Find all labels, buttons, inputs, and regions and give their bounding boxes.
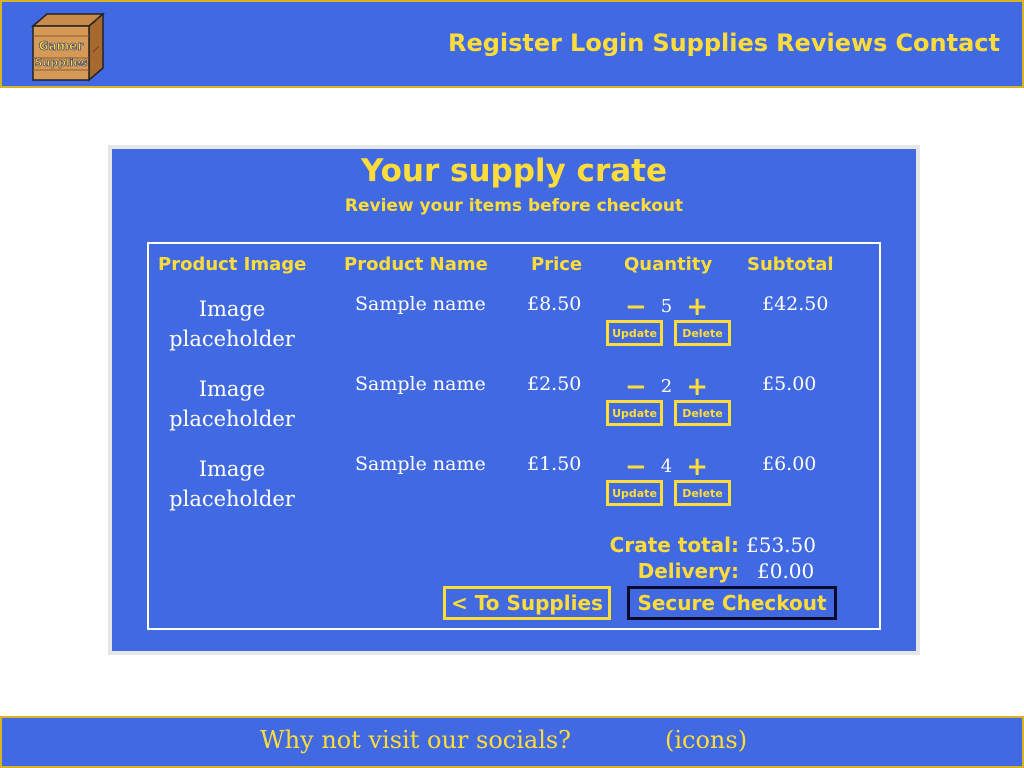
product-subtotal: £6.00 xyxy=(762,453,817,475)
crate-total-label: Crate total: xyxy=(609,533,739,557)
header-product-name: Product Name xyxy=(344,254,488,275)
crate-total-value: £53.50 xyxy=(746,533,816,557)
nav-register-link[interactable]: Register xyxy=(448,29,562,57)
image-placeholder-line2: placeholder xyxy=(169,487,295,511)
image-placeholder-line1: Image xyxy=(198,457,266,481)
svg-text:Supplies: Supplies xyxy=(34,56,88,69)
product-name: Sample name xyxy=(355,293,486,315)
product-price: £2.50 xyxy=(527,373,582,395)
product-image-placeholder: Image placeholder xyxy=(152,294,312,354)
delivery-value: £0.00 xyxy=(757,559,815,583)
quantity-stepper: − 2 + xyxy=(625,374,708,400)
nav-reviews-link[interactable]: Reviews xyxy=(776,29,887,57)
decrement-button[interactable]: − xyxy=(625,294,647,320)
page-subtitle: Review your items before checkout xyxy=(344,196,684,216)
cart-table: Product Image Product Name Price Quantit… xyxy=(147,242,881,630)
quantity-value: 4 xyxy=(660,456,673,477)
quantity-stepper: − 5 + xyxy=(625,294,708,320)
product-subtotal: £42.50 xyxy=(762,293,829,315)
page-title: Your supply crate xyxy=(360,153,667,189)
product-image-placeholder: Image placeholder xyxy=(152,374,312,434)
supply-crate-card: Your supply crate Review your items befo… xyxy=(108,145,920,655)
product-subtotal: £5.00 xyxy=(762,373,817,395)
social-icons-placeholder[interactable]: (icons) xyxy=(665,726,747,754)
header-price: Price xyxy=(531,254,583,275)
quantity-value: 5 xyxy=(660,296,673,317)
product-price: £1.50 xyxy=(527,453,582,475)
update-button[interactable]: Update xyxy=(606,400,663,426)
update-button[interactable]: Update xyxy=(606,480,663,506)
update-button[interactable]: Update xyxy=(606,320,663,346)
secure-checkout-button[interactable]: Secure Checkout xyxy=(627,586,837,620)
product-name: Sample name xyxy=(355,453,486,475)
crate-logo[interactable]: Gamer Supplies xyxy=(29,12,106,82)
header-product-image: Product Image xyxy=(158,254,307,275)
increment-button[interactable]: + xyxy=(686,454,708,480)
site-footer: Why not visit our socials? (icons) xyxy=(0,716,1024,768)
image-placeholder-line1: Image xyxy=(198,297,266,321)
delete-button[interactable]: Delete xyxy=(674,320,731,346)
decrement-button[interactable]: − xyxy=(625,454,647,480)
quantity-value: 2 xyxy=(660,376,673,397)
increment-button[interactable]: + xyxy=(686,294,708,320)
image-placeholder-line2: placeholder xyxy=(169,407,295,431)
nav-login-link[interactable]: Login xyxy=(570,29,644,57)
header-subtotal: Subtotal xyxy=(747,254,834,275)
delivery-label: Delivery: xyxy=(637,559,739,583)
main-nav: Register Login Supplies Reviews Contact xyxy=(448,29,1000,57)
image-placeholder-line2: placeholder xyxy=(169,327,295,351)
socials-prompt: Why not visit our socials? xyxy=(260,726,572,754)
nav-contact-link[interactable]: Contact xyxy=(895,29,1000,57)
product-image-placeholder: Image placeholder xyxy=(152,454,312,514)
svg-text:Gamer: Gamer xyxy=(39,39,84,53)
nav-supplies-link[interactable]: Supplies xyxy=(652,29,768,57)
delete-button[interactable]: Delete xyxy=(674,480,731,506)
site-header: Gamer Supplies Register Login Supplies R… xyxy=(0,0,1024,88)
back-to-supplies-button[interactable]: < To Supplies xyxy=(443,586,611,620)
delete-button[interactable]: Delete xyxy=(674,400,731,426)
product-name: Sample name xyxy=(355,373,486,395)
increment-button[interactable]: + xyxy=(686,374,708,400)
product-price: £8.50 xyxy=(527,293,582,315)
header-quantity: Quantity xyxy=(624,254,713,275)
image-placeholder-line1: Image xyxy=(198,377,266,401)
decrement-button[interactable]: − xyxy=(625,374,647,400)
quantity-stepper: − 4 + xyxy=(625,454,708,480)
